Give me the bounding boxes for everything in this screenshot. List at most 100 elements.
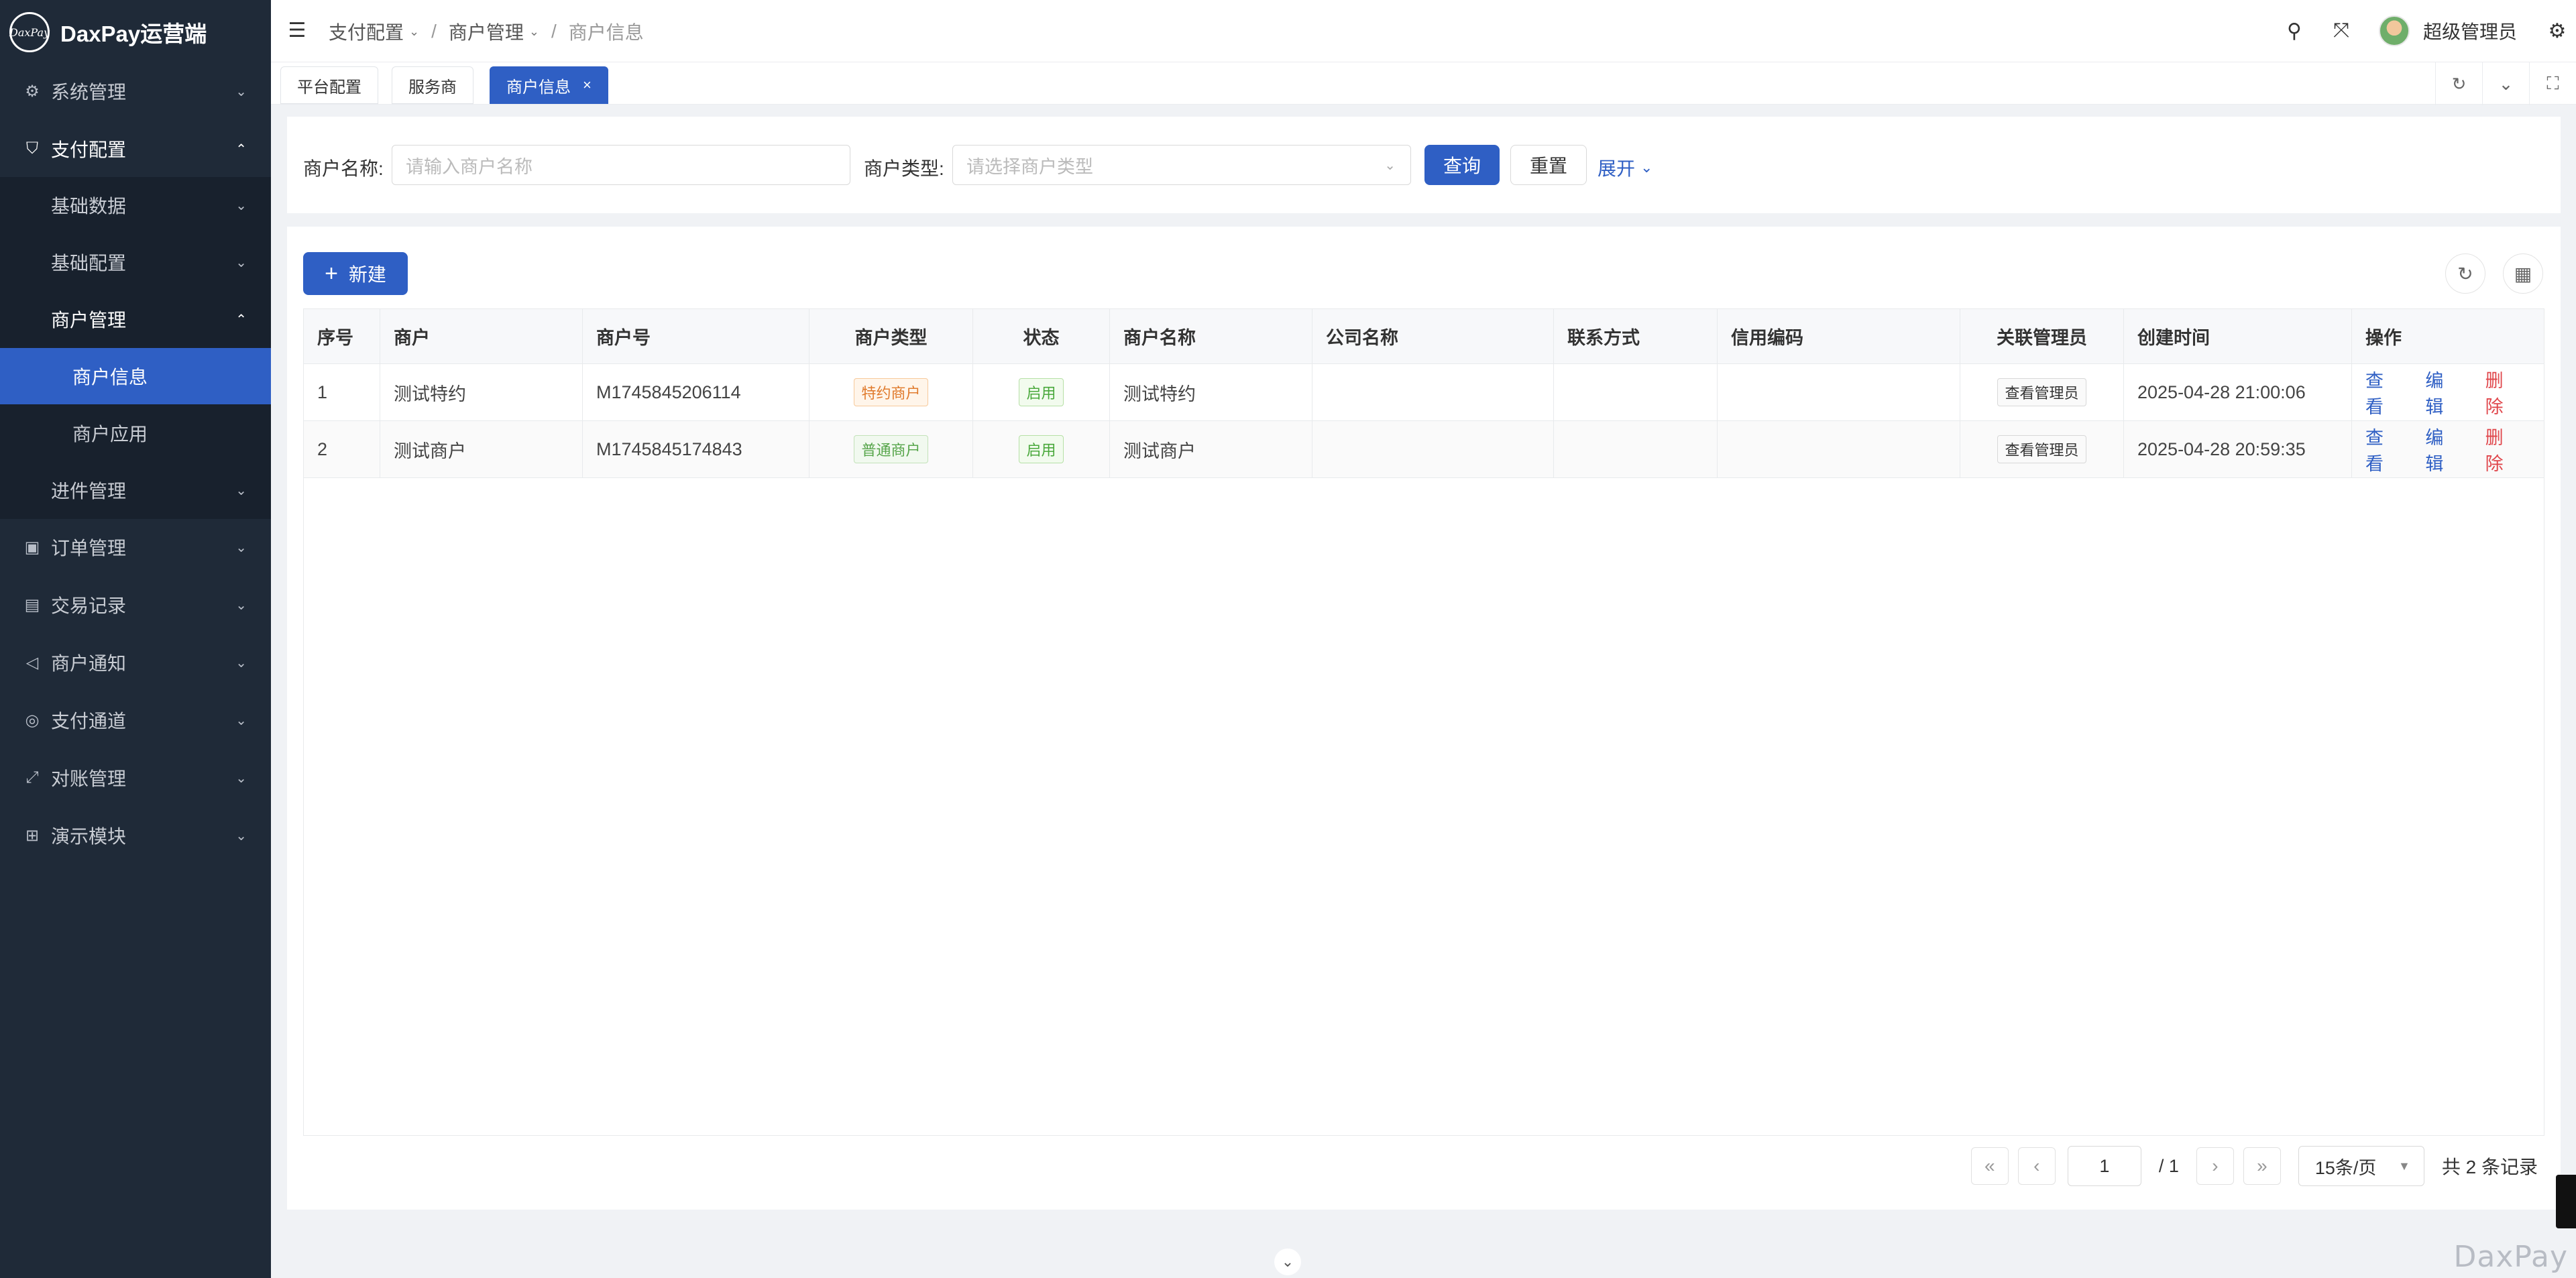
- breadcrumb-label: 商户管理: [448, 22, 524, 43]
- edit-link[interactable]: 编辑: [2425, 423, 2458, 475]
- view-link[interactable]: 查看: [2365, 423, 2398, 475]
- chevron-down-icon: ⌄: [1384, 158, 1396, 173]
- menu-label: 基础数据: [51, 196, 127, 217]
- page-size-value: 15条/页: [2314, 1157, 2377, 1178]
- menu-label: 订单管理: [51, 538, 127, 559]
- cell-merchant: 测试商户: [380, 421, 583, 477]
- breadcrumb-item[interactable]: 支付配置 ⌄: [329, 18, 419, 45]
- merchant-name-input[interactable]: 请输入商户名称: [392, 145, 850, 185]
- collapse-menu-icon[interactable]: ☰: [286, 19, 309, 42]
- select-placeholder: 请选择商户类型: [966, 156, 1093, 177]
- column-header: 联系方式: [1554, 309, 1718, 363]
- view-link[interactable]: 查看: [2365, 366, 2398, 418]
- page-size-select[interactable]: 15条/页 ▼: [2298, 1146, 2424, 1186]
- menu-merchant-app[interactable]: 商户应用: [0, 405, 271, 461]
- tab-label: 商户信息: [506, 78, 571, 97]
- prev-page-icon[interactable]: ‹: [2017, 1147, 2056, 1185]
- chevron-down-icon: ⌄: [528, 24, 539, 38]
- tab-menu-chevron-icon[interactable]: ⌄: [2482, 62, 2529, 105]
- close-icon[interactable]: ×: [583, 76, 592, 94]
- cell-merchant: 测试特约: [380, 364, 583, 420]
- table-header: 序号 商户 商户号 商户类型 状态 商户名称 公司名称 联系方式 信用编码 关联…: [304, 309, 2544, 364]
- cell-index: 2: [304, 421, 380, 477]
- page-number-input[interactable]: 1: [2067, 1146, 2141, 1186]
- column-header: 信用编码: [1718, 309, 1960, 363]
- column-header: 操作: [2365, 328, 2402, 348]
- chevron-down-icon: ⌄: [235, 828, 247, 844]
- app-title: DaxPay运营端: [60, 21, 207, 46]
- menu-merchant-management[interactable]: 商户管理 ⌃: [0, 291, 271, 347]
- merchant-type-tag: 特约商户: [854, 378, 928, 406]
- search-icon[interactable]: ⚲: [2281, 17, 2308, 44]
- expand-link[interactable]: 展开 ⌄: [1598, 154, 1653, 181]
- menu-payment-config[interactable]: ⛉ 支付配置 ⌃: [0, 121, 271, 177]
- tab-merchant-info[interactable]: 商户信息 ×: [490, 66, 608, 104]
- merchant-type-select[interactable]: 请选择商户类型 ⌄: [952, 145, 1411, 185]
- delete-link[interactable]: 删除: [2485, 366, 2518, 418]
- menu-label: 进件管理: [51, 481, 127, 502]
- chevron-down-icon: ⌄: [235, 540, 247, 555]
- menu-basic-config[interactable]: 基础配置 ⌄: [0, 234, 271, 290]
- avatar[interactable]: [2378, 15, 2410, 46]
- header-actions: ⚲ ⤧ 超级管理员 ⚙: [2281, 0, 2576, 62]
- cell-contact: [1554, 421, 1718, 477]
- reset-button[interactable]: 重置: [1510, 145, 1587, 185]
- user-name[interactable]: 超级管理员: [2423, 17, 2517, 44]
- menu-label: 对账管理: [51, 768, 127, 789]
- cell-merchant-name: 测试商户: [1110, 421, 1312, 477]
- tabs-bar: 平台配置 服务商 商户信息 × ↻ ⌄ ⛶: [271, 62, 2576, 105]
- fullscreen-icon[interactable]: ⤧: [2328, 17, 2355, 44]
- side-tool-strip[interactable]: [2556, 1175, 2576, 1228]
- menu-reconcile[interactable]: ⤢ 对账管理 ⌄: [0, 750, 271, 806]
- sidebar: DaxPay DaxPay运营端 ⚙ 系统管理 ⌄ ⛉ 支付配置 ⌃ 基础数据 …: [0, 0, 271, 1278]
- menu-orders[interactable]: ▣ 订单管理 ⌄: [0, 519, 271, 575]
- input-placeholder: 请输入商户名称: [406, 156, 533, 177]
- total-pages: / 1: [2158, 1155, 2179, 1176]
- cell-created: 2025-04-28 21:00:06: [2124, 364, 2352, 420]
- top-header: ☰ 支付配置 ⌄ / 商户管理 ⌄ / 商户信息 ⚲ ⤧ 超级管理员 ⚙: [271, 0, 2576, 62]
- receipt-icon: ▤: [24, 595, 40, 614]
- edit-link[interactable]: 编辑: [2425, 366, 2458, 418]
- chevron-up-icon: ⌃: [235, 141, 247, 157]
- status-badge: 启用: [1019, 378, 1064, 406]
- refresh-icon[interactable]: ↻: [2445, 253, 2485, 294]
- column-header: 关联管理员: [1960, 309, 2124, 363]
- new-button[interactable]: + 新建: [303, 252, 408, 295]
- maximize-icon[interactable]: ⛶: [2529, 62, 2576, 105]
- next-page-icon[interactable]: ›: [2196, 1147, 2234, 1185]
- query-button[interactable]: 查询: [1424, 145, 1500, 185]
- menu-system[interactable]: ⚙ 系统管理 ⌄: [0, 63, 271, 119]
- column-settings-icon[interactable]: ▦: [2503, 253, 2543, 294]
- cell-status: 启用: [973, 421, 1110, 477]
- last-page-icon[interactable]: »: [2243, 1147, 2281, 1185]
- delete-link[interactable]: 删除: [2485, 423, 2518, 475]
- menu-demo[interactable]: ⊞ 演示模块 ⌄: [0, 807, 271, 864]
- column-header: 序号: [304, 309, 380, 363]
- column-header: 商户名称: [1110, 309, 1312, 363]
- breadcrumb-item[interactable]: 商户管理 ⌄: [449, 18, 539, 45]
- view-admin-button[interactable]: 查看管理员: [1997, 378, 2086, 406]
- shield-icon: ⛉: [26, 139, 38, 158]
- plus-icon: +: [325, 260, 338, 286]
- menu-transactions[interactable]: ▤ 交易记录 ⌄: [0, 577, 271, 633]
- settings-gear-icon[interactable]: ⚙: [2544, 17, 2571, 44]
- menu-notifications[interactable]: ◁ 商户通知 ⌄: [0, 634, 271, 691]
- reconcile-icon: ⤢: [25, 768, 39, 787]
- chevron-down-icon[interactable]: ⌄: [1274, 1248, 1301, 1275]
- tab-platform-config[interactable]: 平台配置: [280, 66, 378, 104]
- menu-channels[interactable]: ◎ 支付通道 ⌄: [0, 692, 271, 748]
- menu-onboarding[interactable]: 进件管理 ⌄: [0, 462, 271, 518]
- tab-label: 服务商: [408, 78, 457, 97]
- tabs-tools: ↻ ⌄ ⛶: [2435, 62, 2576, 105]
- cell-credit-code: [1718, 364, 1960, 420]
- main-content: + 新建 ↻ ▦ 序号 商户 商户号 商户类型 状态 商户名称 公司名称 联系方…: [287, 227, 2561, 1210]
- reload-tab-icon[interactable]: ↻: [2435, 62, 2482, 105]
- grid-icon: ⊞: [25, 826, 40, 845]
- caret-down-icon: ▼: [2398, 1159, 2410, 1173]
- tab-service-provider[interactable]: 服务商: [392, 66, 473, 104]
- menu-merchant-info[interactable]: 商户信息: [0, 348, 271, 404]
- first-page-icon[interactable]: «: [1970, 1147, 2009, 1185]
- menu-label: 支付配置: [51, 139, 127, 160]
- view-admin-button[interactable]: 查看管理员: [1997, 435, 2086, 463]
- menu-basic-data[interactable]: 基础数据 ⌄: [0, 177, 271, 233]
